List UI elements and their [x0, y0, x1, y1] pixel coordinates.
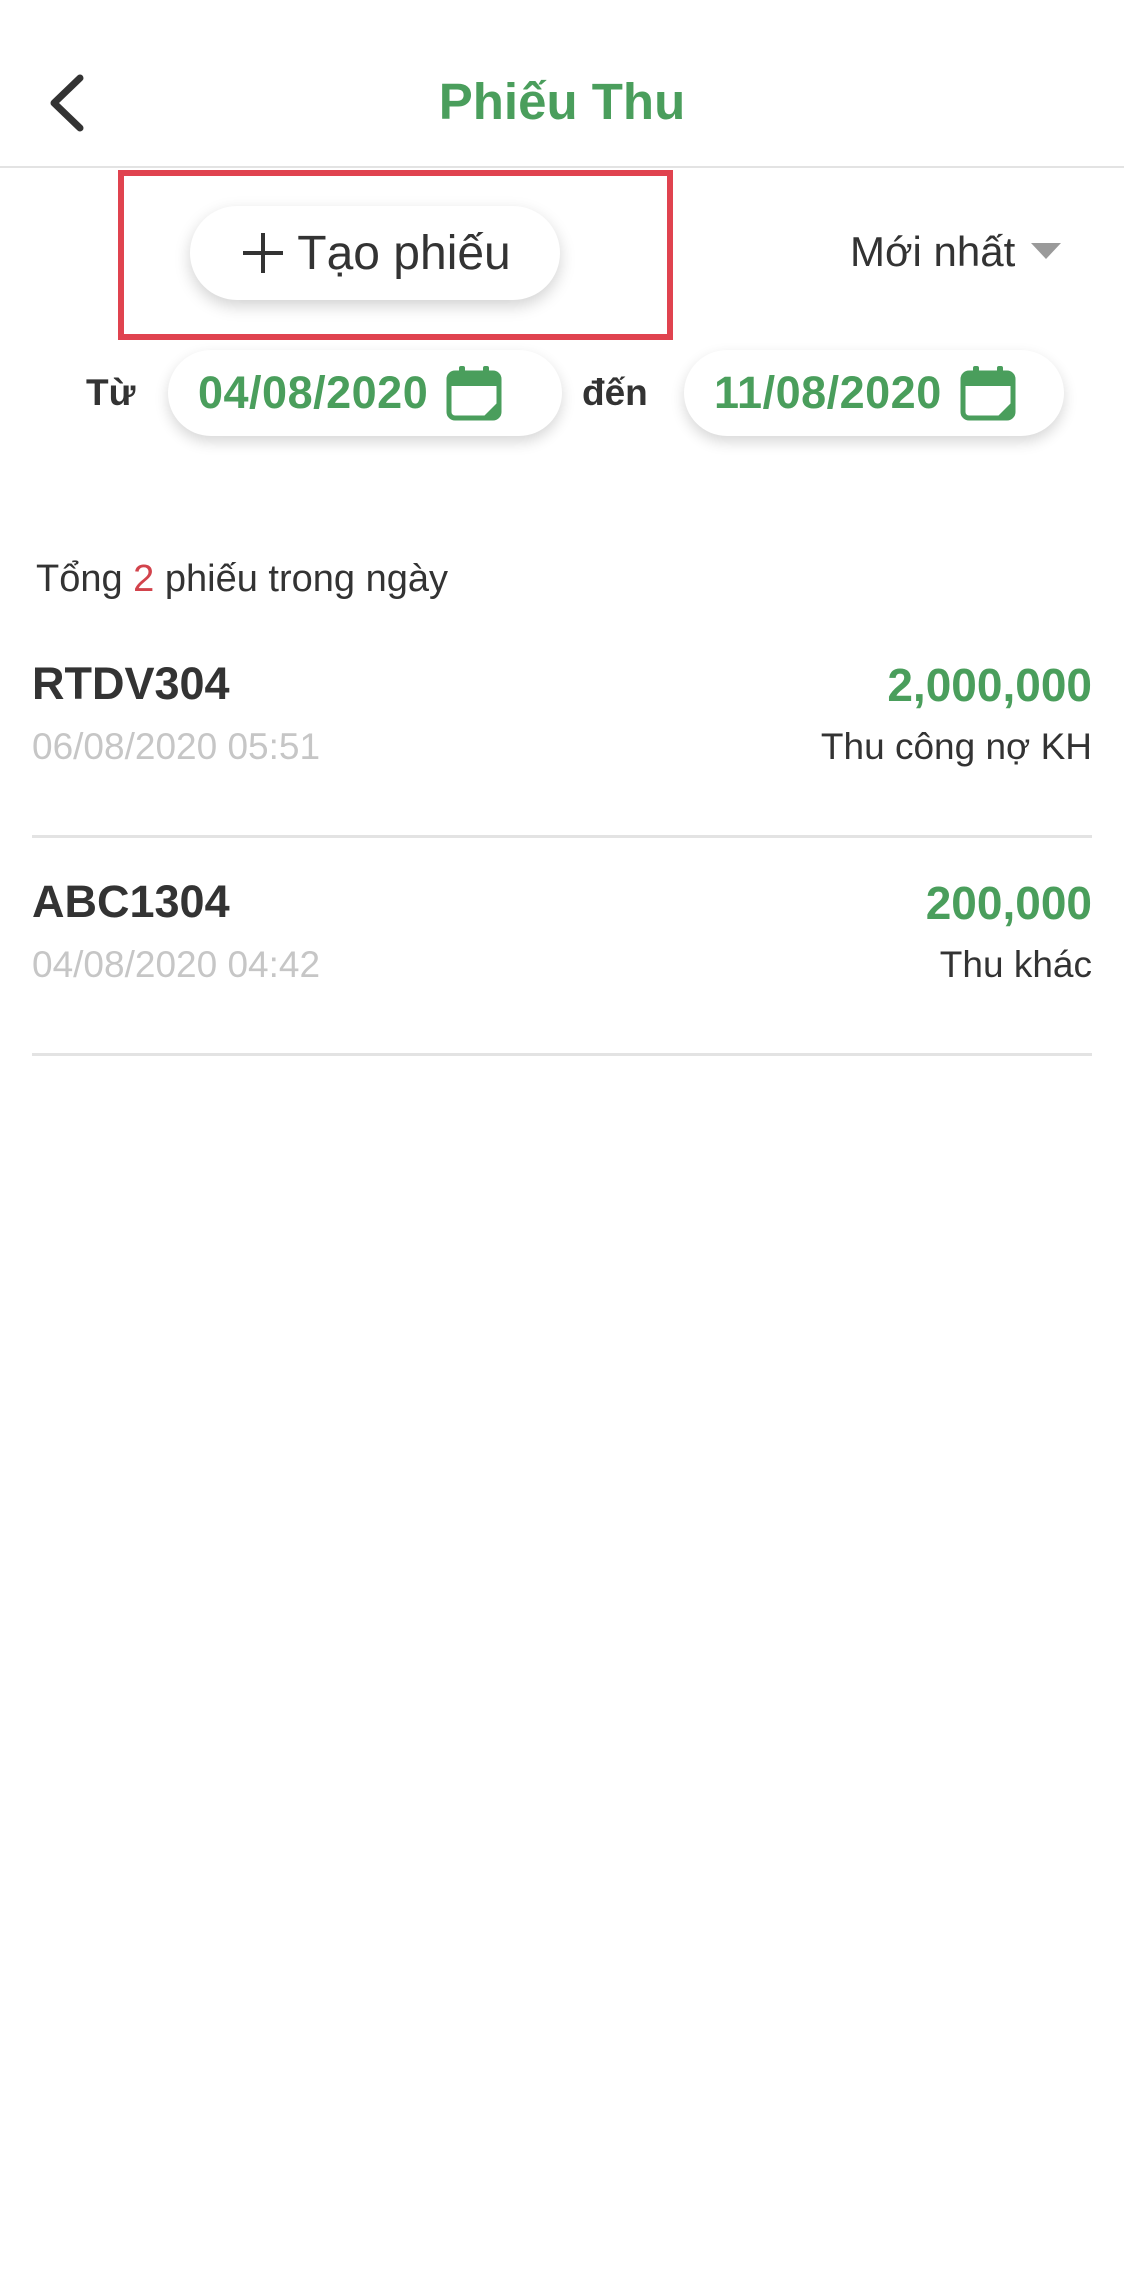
page-title: Phiếu Thu [438, 73, 686, 130]
plus-icon [243, 233, 284, 273]
receipts-screen: Phiếu Thu Tạo phiếu Mới nhất Từ 04/08/20… [0, 0, 1124, 2284]
summary-count: 2 [133, 558, 155, 600]
sort-dropdown[interactable]: Mới nhất [850, 222, 1062, 282]
receipt-datetime: 06/08/2020 05:51 [32, 726, 321, 767]
header: Phiếu Thu [0, 0, 1124, 168]
receipt-row[interactable]: RTDV304 06/08/2020 05:51 2,000,000 Thu c… [32, 620, 1092, 838]
receipt-amount: 2,000,000 [887, 659, 1092, 711]
calendar-icon [960, 366, 1016, 421]
receipt-datetime: 04/08/2020 04:42 [32, 944, 321, 985]
from-date-picker[interactable]: 04/08/2020 [168, 350, 562, 436]
caret-down-icon [1031, 243, 1062, 259]
receipt-type: Thu khác [939, 944, 1092, 985]
summary-suffix: phiếu trong ngày [154, 558, 448, 600]
sort-label: Mới nhất [850, 228, 1016, 275]
receipt-summary: Tổng 2 phiếu trong ngày [36, 558, 448, 601]
receipt-code: RTDV304 [32, 658, 230, 709]
receipt-row[interactable]: ABC1304 04/08/2020 04:42 200,000 Thu khá… [32, 838, 1092, 1056]
from-label: Từ [86, 372, 136, 413]
to-date-value: 11/08/2020 [714, 367, 942, 418]
receipt-code: ABC1304 [32, 876, 230, 927]
calendar-icon [446, 366, 502, 421]
summary-prefix: Tổng [36, 558, 134, 600]
create-receipt-label: Tạo phiếu [297, 226, 511, 280]
receipt-amount: 200,000 [925, 877, 1092, 929]
to-date-picker[interactable]: 11/08/2020 [684, 350, 1064, 436]
create-receipt-button[interactable]: Tạo phiếu [190, 206, 560, 300]
receipt-type: Thu công nợ KH [820, 726, 1092, 767]
from-date-value: 04/08/2020 [198, 367, 429, 418]
to-label: đến [582, 372, 648, 413]
